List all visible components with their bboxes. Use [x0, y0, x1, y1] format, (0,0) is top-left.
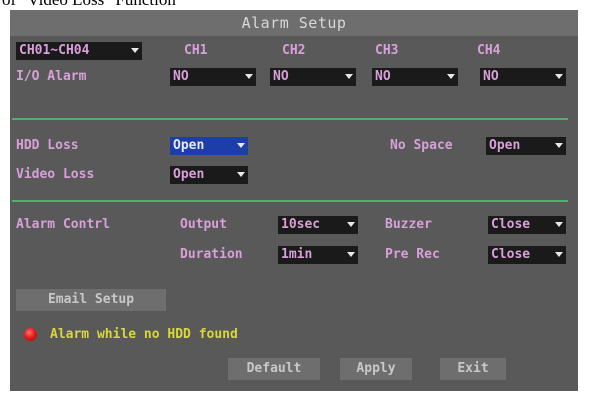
- section-divider: [12, 118, 568, 120]
- section-divider: [12, 200, 568, 202]
- buzzer-select[interactable]: Close: [488, 216, 566, 234]
- channel-group-value: CH01~CH04: [19, 43, 90, 58]
- chevron-down-icon: [237, 172, 245, 177]
- io-alarm-ch3-select[interactable]: NO: [372, 68, 458, 86]
- no-space-select[interactable]: Open: [486, 137, 566, 155]
- apply-button[interactable]: Apply: [340, 358, 412, 380]
- io-alarm-ch2-value: NO: [273, 69, 289, 84]
- email-setup-button[interactable]: Email Setup: [16, 289, 166, 311]
- io-alarm-label: I/O Alarm: [16, 69, 87, 84]
- channel-header-ch2: CH2: [282, 43, 306, 58]
- chevron-down-icon: [555, 252, 563, 257]
- chevron-down-icon: [345, 74, 353, 79]
- output-label: Output: [180, 217, 227, 232]
- alarm-control-label: Alarm Contrl: [16, 217, 110, 232]
- window-title: Alarm Setup: [10, 10, 578, 36]
- channel-header-ch4: CH4: [477, 43, 501, 58]
- io-alarm-ch4-select[interactable]: NO: [480, 68, 566, 86]
- chevron-down-icon: [237, 143, 245, 148]
- chevron-down-icon: [245, 74, 253, 79]
- chevron-down-icon: [347, 222, 355, 227]
- pre-rec-value: Close: [491, 247, 531, 262]
- hdd-loss-select[interactable]: Open: [170, 137, 248, 155]
- io-alarm-ch4-value: NO: [483, 69, 499, 84]
- pre-rec-label: Pre Rec: [385, 247, 440, 262]
- exit-button[interactable]: Exit: [440, 358, 506, 380]
- chevron-down-icon: [347, 252, 355, 257]
- chevron-down-icon: [555, 74, 563, 79]
- document-caption: of "Video Loss" Function: [0, 0, 590, 9]
- duration-value: 1min: [281, 247, 313, 262]
- alarm-indicator-icon: [24, 328, 37, 341]
- buzzer-value: Close: [491, 217, 531, 232]
- duration-label: Duration: [180, 247, 243, 262]
- hdd-loss-value: Open: [173, 138, 205, 153]
- no-space-value: Open: [489, 138, 521, 153]
- no-space-label: No Space: [390, 138, 453, 153]
- output-select[interactable]: 10sec: [278, 216, 358, 234]
- duration-select[interactable]: 1min: [278, 246, 358, 264]
- chevron-down-icon: [555, 222, 563, 227]
- alarm-setup-panel: Alarm Setup CH01~CH04 CH1 CH2 CH3 CH4 I/…: [10, 10, 578, 391]
- chevron-down-icon: [447, 74, 455, 79]
- channel-group-select[interactable]: CH01~CH04: [16, 42, 142, 60]
- video-loss-select[interactable]: Open: [170, 166, 248, 184]
- io-alarm-ch2-select[interactable]: NO: [270, 68, 356, 86]
- hdd-loss-label: HDD Loss: [16, 138, 79, 153]
- chevron-down-icon: [555, 143, 563, 148]
- io-alarm-ch1-select[interactable]: NO: [170, 68, 256, 86]
- chevron-down-icon: [131, 48, 139, 53]
- channel-header-ch3: CH3: [375, 43, 399, 58]
- io-alarm-ch1-value: NO: [173, 69, 189, 84]
- output-value: 10sec: [281, 217, 321, 232]
- buzzer-label: Buzzer: [385, 217, 432, 232]
- io-alarm-ch3-value: NO: [375, 69, 391, 84]
- status-message: Alarm while no HDD found: [50, 327, 238, 342]
- video-loss-value: Open: [173, 167, 205, 182]
- channel-header-ch1: CH1: [184, 43, 208, 58]
- pre-rec-select[interactable]: Close: [488, 246, 566, 264]
- video-loss-label: Video Loss: [16, 167, 95, 182]
- default-button[interactable]: Default: [228, 358, 320, 380]
